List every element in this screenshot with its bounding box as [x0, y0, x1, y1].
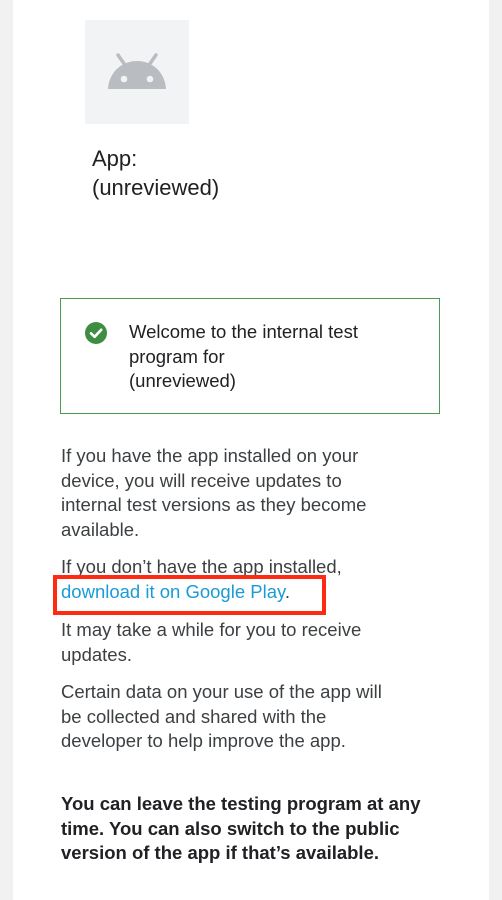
- check-circle-icon: [85, 322, 107, 344]
- text-line: You can leave the testing program at any: [61, 793, 421, 814]
- leave-program-paragraph: You can leave the testing program at any…: [61, 792, 453, 866]
- welcome-banner: Welcome to the internal test program for…: [60, 298, 440, 414]
- welcome-line: (unreviewed): [129, 370, 236, 391]
- welcome-message: Welcome to the internal test program for…: [129, 320, 419, 394]
- installed-info-paragraph: If you have the app installed on your de…: [61, 444, 453, 542]
- text-line: If you have the app installed on your: [61, 445, 359, 466]
- download-paragraph: If you don’t have the app installed, dow…: [61, 555, 453, 604]
- welcome-line: Welcome to the internal test: [129, 321, 358, 342]
- update-delay-paragraph: It may take a while for you to receive u…: [61, 618, 453, 667]
- text-line: If you don’t have the app installed,: [61, 556, 342, 577]
- download-line: download it on Google Play.: [61, 580, 453, 605]
- text-line: time. You can also switch to the public: [61, 817, 400, 839]
- text-line: version of the app if that’s available.: [61, 842, 380, 863]
- welcome-line: program for: [129, 345, 225, 367]
- app-title: App: (unreviewed): [92, 144, 219, 202]
- text-line: developer to help improve the app.: [61, 730, 346, 751]
- text-line: be collected and shared with the: [61, 705, 327, 727]
- app-icon: [85, 20, 189, 124]
- period: .: [284, 580, 291, 602]
- text-line: available.: [61, 518, 140, 540]
- download-google-play-link[interactable]: download it on Google Play: [61, 581, 285, 602]
- text-line: Certain data on your use of the app will: [61, 681, 382, 702]
- text-line: device, you will receive updates to: [61, 469, 342, 491]
- text-line: internal test versions as they become: [61, 494, 367, 515]
- content-card: App: (unreviewed) Welcome to the interna…: [13, 0, 489, 900]
- app-title-line: App:: [92, 146, 138, 171]
- android-robot-icon: [108, 53, 166, 89]
- data-collection-paragraph: Certain data on your use of the app will…: [61, 680, 453, 754]
- text-line: It may take a while for you to receive: [61, 619, 362, 640]
- app-status-label: (unreviewed): [92, 175, 220, 200]
- text-line: updates.: [61, 643, 132, 665]
